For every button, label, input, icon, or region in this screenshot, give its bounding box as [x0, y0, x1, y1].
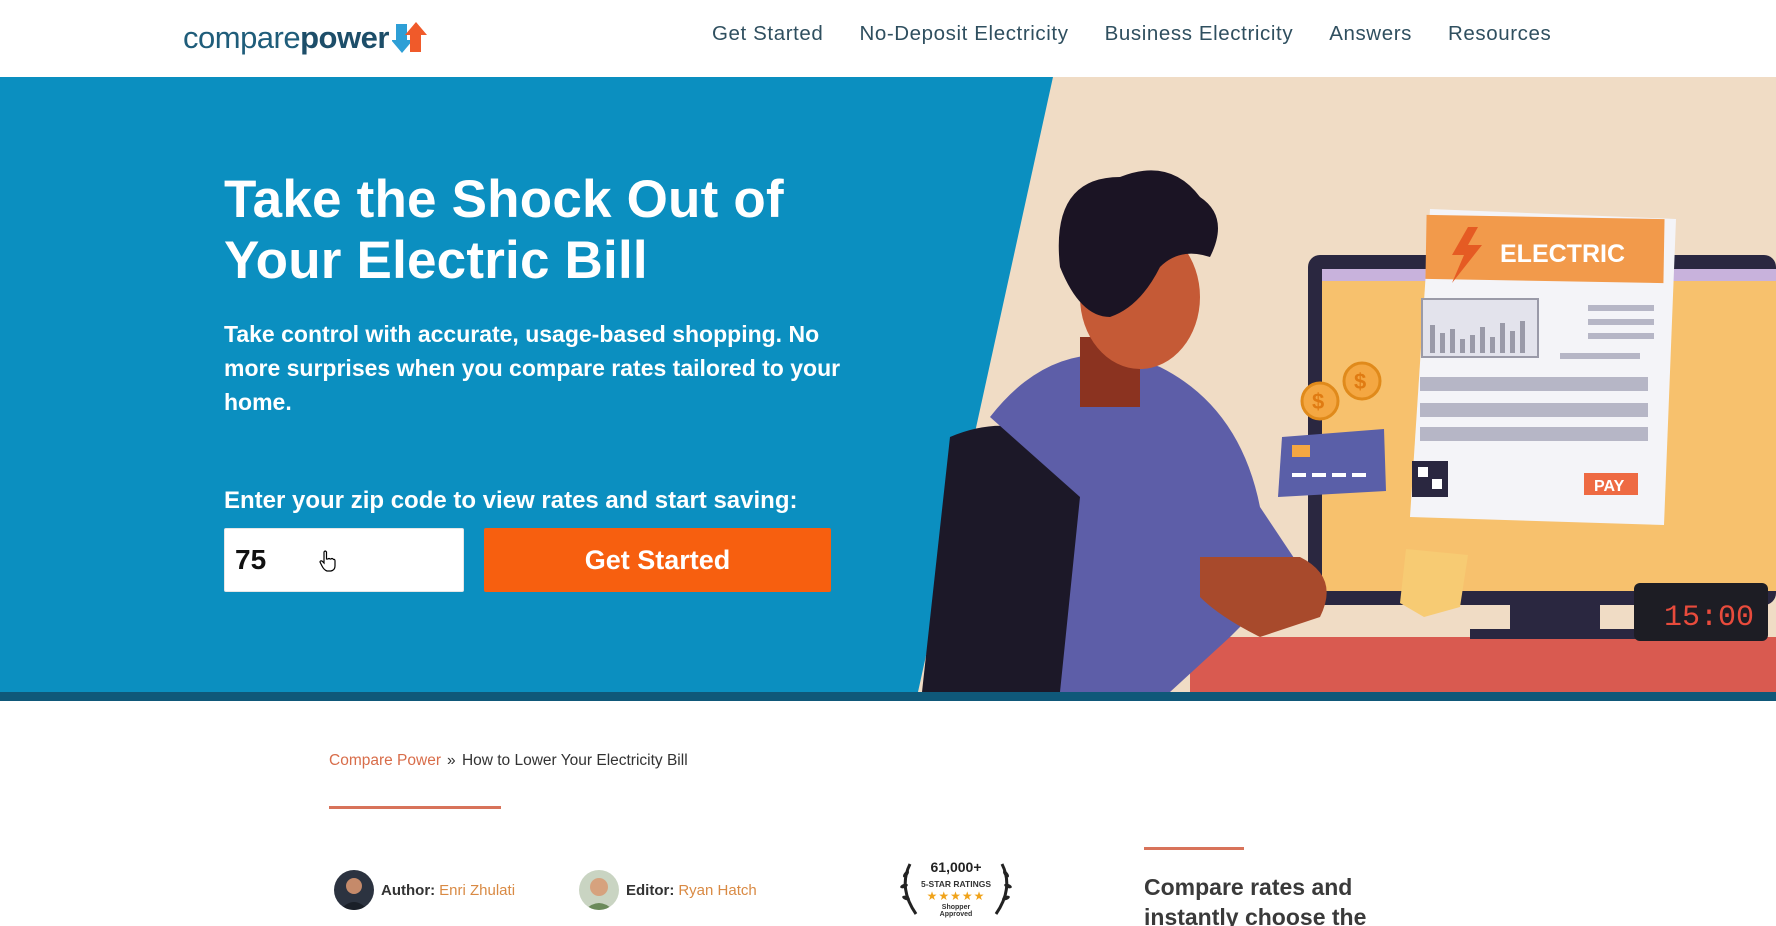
svg-text:$: $ [1354, 369, 1366, 394]
zip-code-input[interactable] [224, 528, 464, 592]
editor-byline: Editor: Ryan Hatch [579, 870, 757, 910]
breadcrumb-accent-line [329, 806, 501, 809]
sidebar-accent-line [1144, 847, 1244, 850]
get-started-button[interactable]: Get Started [484, 528, 831, 592]
hero-section: ELECTRIC PAY $ $ 15:00 Take the Shock Ou… [0, 77, 1776, 692]
nav-get-started[interactable]: Get Started [712, 22, 823, 46]
hero-bottom-border [0, 692, 1776, 701]
breadcrumb-current: How to Lower Your Electricity Bill [461, 752, 688, 769]
hero-subtitle: Take control with accurate, usage-based … [224, 321, 841, 415]
author-role: Author: [381, 881, 436, 899]
ratings-label: 5-STAR RATINGS [920, 879, 992, 889]
bill-pay-label: PAY [1594, 478, 1625, 495]
logo-wordmark: comparepower [183, 20, 389, 55]
compare-power-logo[interactable]: comparepower [183, 18, 428, 58]
breadcrumb: Compare Power » How to Lower Your Electri… [329, 752, 688, 770]
bill-electric-label: ELECTRIC [1500, 240, 1625, 268]
sidebar-heading: Compare rates and instantly choose the [1144, 874, 1367, 926]
author-name-link[interactable]: Enri Zhulati [439, 882, 515, 899]
five-stars-icon: ★★★★★ [926, 889, 986, 903]
breadcrumb-home-link[interactable]: Compare Power [329, 752, 441, 769]
nav-no-deposit-electricity[interactable]: No-Deposit Electricity [859, 22, 1068, 46]
editor-avatar [579, 870, 619, 910]
author-byline: Author: Enri Zhulati [334, 870, 515, 910]
zip-code-label: Enter your zip code to view rates and st… [224, 487, 798, 514]
author-avatar [334, 870, 374, 910]
ratings-count: 61,000+ [930, 859, 982, 875]
shopper-approved-badge[interactable]: 61,000+ 5-STAR RATINGS ★★★★★ Shopper Appr… [896, 858, 1016, 920]
badge-brand: Shopper Approved [939, 904, 973, 918]
hand-cursor-icon [319, 550, 336, 572]
editor-name-link[interactable]: Ryan Hatch [678, 882, 756, 899]
editor-role: Editor: [626, 881, 675, 899]
site-header: comparepower Get Started No-Deposit Elec… [0, 0, 1776, 77]
main-nav: Get Started No-Deposit Electricity Busin… [712, 22, 1587, 46]
logo-arrows-icon [391, 22, 427, 53]
hero-title: Take the Shock Out of Your Electric Bill [224, 170, 784, 290]
nav-resources[interactable]: Resources [1448, 22, 1551, 46]
svg-text:$: $ [1312, 389, 1324, 414]
clock-time: 15:00 [1664, 601, 1754, 635]
breadcrumb-separator: » [447, 752, 456, 769]
nav-answers[interactable]: Answers [1329, 22, 1412, 46]
nav-business-electricity[interactable]: Business Electricity [1105, 22, 1294, 46]
